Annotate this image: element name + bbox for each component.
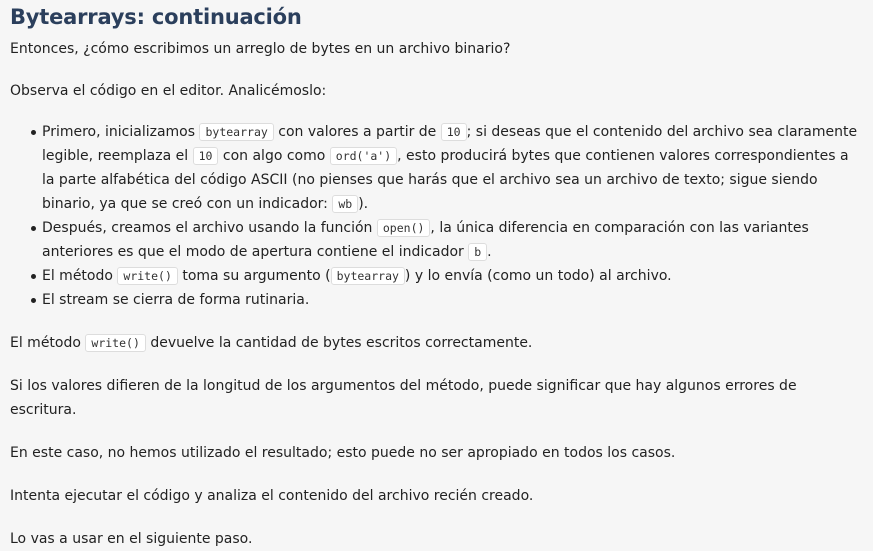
item2-text-1: Después, creamos el archivo usando la fu… [42,220,377,236]
list-item-initialize: Primero, inicializamos bytearray con val… [31,120,863,216]
intro-paragraph: Entonces, ¿cómo escribimos un arreglo de… [10,41,511,57]
observe-paragraph: Observa el código en el editor. Analicém… [10,83,327,99]
code-wb-flag: wb [332,195,359,213]
code-write-return: write() [85,334,146,352]
item3-text-3: ) y lo envía (como un todo) al archivo. [404,268,672,284]
code-ord-a: ord('a') [329,147,398,165]
item1-text-4: con algo como [218,148,330,164]
code-open: open() [376,219,431,237]
diff-paragraph: Si los valores difieren de la longitud d… [10,378,797,418]
try-paragraph: Intenta ejecutar el código y analiza el … [10,488,534,504]
item3-text-2: toma su argumento ( [177,268,331,284]
code-bytearray-arg: bytearray [330,267,405,285]
method-text-2: devuelve la cantidad de bytes escritos c… [145,335,533,351]
list-item-close: El stream se cierra de forma rutinaria. [31,288,863,312]
method-text-1: El método [10,335,86,351]
case-paragraph: En este caso, no hemos utilizado el resu… [10,445,676,461]
item1-text-6: ). [358,196,369,212]
code-b-flag: b [468,243,488,261]
code-ten: 10 [440,123,467,141]
code-bytearray: bytearray [199,123,274,141]
item3-text-1: El método [42,268,118,284]
steps-list: Primero, inicializamos bytearray con val… [10,120,863,312]
item4-text-1: El stream se cierra de forma rutinaria. [42,292,310,308]
list-item-open-file: Después, creamos el archivo usando la fu… [31,216,863,264]
item2-text-3: . [487,244,492,260]
item1-text-1: Primero, inicializamos [42,124,200,140]
lesson-content: Bytearrays: continuación Entonces, ¿cómo… [0,3,873,551]
code-ten-replace: 10 [192,147,219,165]
page-title: Bytearrays: continuación [10,5,302,29]
next-step-paragraph: Lo vas a usar en el siguiente paso. [10,531,253,547]
code-write: write() [117,267,178,285]
item1-text-2: con valores a partir de [273,124,441,140]
list-item-write: El método write() toma su argumento (byt… [31,264,863,288]
method-return-paragraph: El método write() devuelve la cantidad d… [10,331,863,355]
